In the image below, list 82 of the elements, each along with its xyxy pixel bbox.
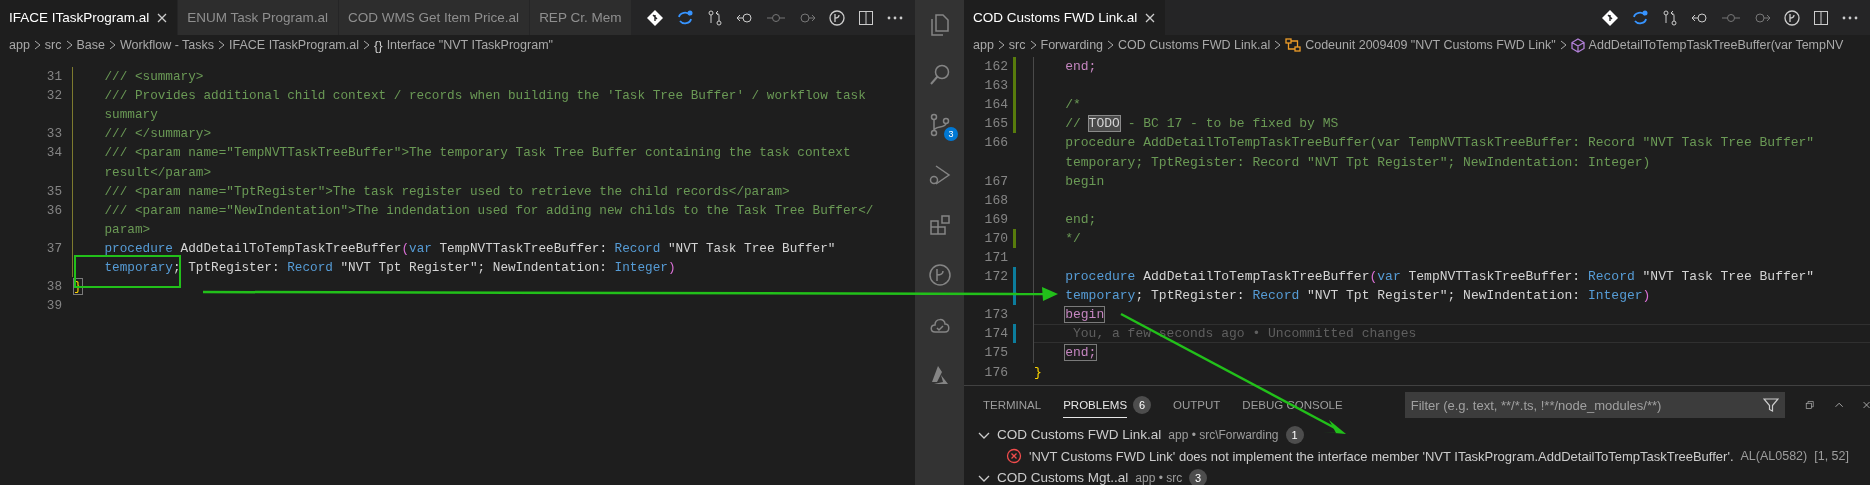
line-number: 163	[983, 78, 1008, 94]
code-line: /// </summary>	[103, 126, 212, 142]
code-line: procedure AddDetailToTempTaskTreeBuffer(var TempNVTTaskTreeBuffer: Record "NVT Task Tree Buffer"	[1064, 269, 1815, 285]
line-number: 173	[983, 307, 1008, 323]
breadcrumb-item[interactable]: app	[973, 38, 994, 52]
code-line: end;	[1064, 59, 1097, 75]
code-line: end;	[1064, 211, 1097, 227]
line-number: 168	[983, 192, 1008, 208]
code-line: procedure AddDetailToTempTaskTreeBuffer(var TempNVTTaskTreeBuffer: Record "NVT Task Tree Buffer"	[103, 240, 836, 256]
line-number: 164	[983, 97, 1008, 113]
code-line: summary	[103, 107, 158, 123]
line-number: 37	[45, 240, 62, 256]
breadcrumb-item[interactable]: Interface "NVT ITaskProgram"	[386, 38, 553, 52]
code-line: /*	[1064, 97, 1081, 113]
line-number: 34	[45, 145, 62, 161]
filter-field[interactable]: Filter (e.g. text, **/*.ts, !**/node_modules/**)	[1404, 392, 1786, 418]
problem-message[interactable]: 'NVT Customs FWD Link' does not implement the interface member 'NVT ITaskProgram.AddDetailToTempTaskTreeBuffer'.	[1029, 448, 1734, 464]
line-number: 166	[983, 135, 1008, 151]
line-number: 167	[983, 173, 1008, 189]
line-number: 170	[983, 230, 1008, 246]
breadcrumb-item[interactable]: app	[9, 38, 30, 52]
code-line: temporary; TptRegister: Record "NVT Tpt Register"; NewIndentation: Integer)	[1064, 154, 1651, 170]
code-line: /// <param name="TptRegister">The task register used to retrieve the child records</param>	[103, 183, 790, 199]
line-number: 165	[983, 116, 1008, 132]
editor-tab[interactable]: COD WMS Get Item Price.al	[339, 0, 531, 35]
breadcrumb-item[interactable]: Forwarding	[1040, 38, 1104, 52]
line-number: 171	[983, 250, 1008, 265]
editor-tab[interactable]: REP Cr. Mem	[530, 0, 633, 35]
code-line: /// <summary>	[103, 69, 204, 85]
line-number: 35	[45, 183, 62, 199]
code-line: procedure AddDetailToTempTaskTreeBuffer(var TempNVTTaskTreeBuffer: Record "NVT Task Tree Buffer"	[1064, 135, 1815, 151]
panel-tab[interactable]: TERMINAL	[983, 392, 1042, 418]
code-line: param>	[103, 221, 151, 237]
code-line: /// Provides additional child context / records when building the 'Task Tree Buffer' / workflow task	[103, 88, 866, 104]
line-number: 32	[45, 88, 62, 104]
line-number: 38	[45, 279, 62, 295]
error-position: [1, 52]	[1814, 449, 1849, 464]
line-number: 172	[983, 269, 1008, 285]
code-line: /// <param name="TempNVTTaskTreeBuffer">The temporary Task Tree Buffer containing the task context	[103, 145, 851, 161]
error-code: AL(AL0582)	[1740, 449, 1808, 464]
breadcrumb-item[interactable]: Workflow - Tasks	[120, 38, 215, 52]
file-name[interactable]: COD Customs Mgt..al	[997, 470, 1129, 485]
breadcrumb-item[interactable]: IFACE ITaskProgram.al	[229, 38, 359, 52]
code-line: end;	[1064, 345, 1097, 361]
code-line: begin	[1064, 173, 1105, 189]
code-line: You, a few seconds ago • Uncommitted changes	[1072, 326, 1417, 342]
code-line: /// <param name="NewIndentation">The indendation used for adding new childs to the Task Tree Buffer</	[103, 202, 874, 218]
code-line: // TODO - BC 17 - to be fixed by MS	[1064, 116, 1339, 132]
count-badge: 3	[944, 127, 958, 141]
line-number: 162	[983, 59, 1008, 75]
breadcrumb-item[interactable]: COD Customs FWD Link.al	[1118, 38, 1271, 52]
count-badge: 1	[1285, 425, 1304, 444]
code-line: temporary; TptRegister: Record "NVT Tpt Register"; NewIndentation: Integer)	[103, 260, 676, 275]
panel-tab[interactable]: OUTPUT	[1173, 392, 1221, 418]
line-number: 175	[983, 345, 1008, 361]
line-number: 169	[983, 211, 1008, 227]
line-number: 174	[983, 326, 1008, 342]
editor-tab[interactable]: IFACE ITaskProgram.al	[0, 0, 179, 35]
file-name[interactable]: COD Customs FWD Link.al	[997, 427, 1162, 443]
line-number: 176	[983, 364, 1008, 380]
code-line: result</param>	[103, 164, 212, 180]
file-path: app • src\Forwarding	[1168, 427, 1279, 442]
breadcrumb-item[interactable]: src	[44, 38, 62, 52]
symbol-icon: {}	[373, 37, 383, 53]
line-number: 39	[45, 298, 62, 314]
code-line: begin	[1064, 307, 1105, 323]
breadcrumb-item[interactable]: AddDetailToTempTaskTreeBuffer(var TempNV	[1588, 38, 1844, 52]
count-badge: 6	[1133, 396, 1152, 414]
code-line: temporary; TptRegister: Record "NVT Tpt Register"; NewIndentation: Integer)	[1064, 288, 1651, 304]
breadcrumb-item[interactable]: Codeunit 2009409 "NVT Customs FWD Link"	[1305, 38, 1556, 52]
line-number: 31	[45, 69, 62, 85]
line-number: 33	[45, 126, 62, 142]
code-line: */	[1064, 230, 1081, 246]
breadcrumb-item[interactable]: src	[1008, 38, 1026, 52]
line-number: 36	[45, 202, 62, 218]
code-line: }	[1034, 364, 1042, 380]
breadcrumb-item[interactable]: Base	[76, 38, 106, 52]
editor-tab[interactable]: COD Customs FWD Link.al	[964, 0, 1167, 35]
file-path: app • src	[1135, 470, 1183, 485]
editor-tab[interactable]: ENUM Task Program.al	[178, 0, 340, 35]
panel-tab[interactable]: PROBLEMS	[1063, 392, 1128, 418]
count-badge: 3	[1189, 468, 1208, 485]
